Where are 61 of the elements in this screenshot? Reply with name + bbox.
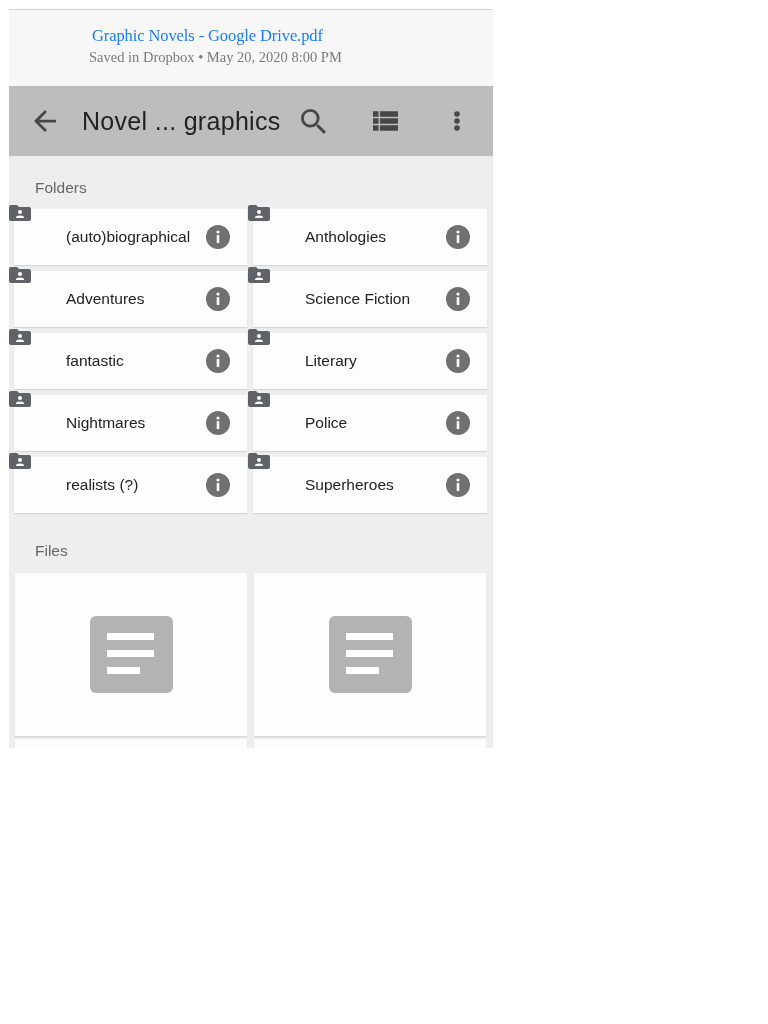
folder-card[interactable]: Science Fiction <box>253 271 487 327</box>
info-icon <box>206 473 230 497</box>
shared-folder-icon <box>9 391 31 407</box>
folder-name: Police <box>305 413 349 433</box>
folder-card[interactable]: Superheroes <box>253 457 487 513</box>
info-button[interactable] <box>443 408 473 438</box>
folder-card[interactable]: Adventures <box>14 271 247 327</box>
info-icon <box>446 287 470 311</box>
shared-folder-icon <box>9 329 31 345</box>
document-icon <box>89 616 173 693</box>
folder-name: Science Fiction <box>305 289 412 309</box>
document-subtitle: Saved in Dropbox • May 20, 2020 8:00 PM <box>89 49 342 66</box>
info-button[interactable] <box>203 346 233 376</box>
info-icon <box>206 411 230 435</box>
info-button[interactable] <box>443 346 473 376</box>
folder-name: Adventures <box>66 289 146 309</box>
list-view-icon <box>372 111 398 131</box>
info-icon <box>206 349 230 373</box>
folder-card[interactable]: Anthologies <box>253 209 487 265</box>
folder-card[interactable]: realists (?) <box>14 457 247 513</box>
shared-folder-icon <box>9 267 31 283</box>
shared-folder-icon <box>248 267 270 283</box>
info-icon <box>206 287 230 311</box>
shared-folder-icon <box>9 453 31 469</box>
shared-folder-icon <box>248 391 270 407</box>
folder-name: (auto)biographical <box>66 227 192 247</box>
folder-card[interactable]: (auto)biographical <box>14 209 247 265</box>
info-button[interactable] <box>443 470 473 500</box>
shared-folder-icon <box>9 205 31 221</box>
info-icon <box>206 225 230 249</box>
folder-name: fantastic <box>66 351 125 371</box>
info-icon <box>446 349 470 373</box>
folder-card[interactable]: Police <box>253 395 487 451</box>
document-title: Graphic Novels - Google Drive.pdf <box>92 26 323 46</box>
info-button[interactable] <box>443 284 473 314</box>
section-heading: Files <box>35 541 68 561</box>
info-button[interactable] <box>203 408 233 438</box>
back-arrow-icon <box>34 110 56 132</box>
info-icon <box>446 473 470 497</box>
shared-folder-icon <box>248 453 270 469</box>
folder-name: Literary <box>305 351 358 371</box>
folder-card[interactable]: Nightmares <box>14 395 247 451</box>
folder-name: realists (?) <box>66 475 140 495</box>
toolbar-title: Novel ... graphics <box>82 106 281 136</box>
search-icon <box>300 108 326 134</box>
folder-card[interactable]: Literary <box>253 333 487 389</box>
info-button[interactable] <box>443 222 473 252</box>
shared-folder-icon <box>248 205 270 221</box>
info-button[interactable] <box>203 222 233 252</box>
info-button[interactable] <box>203 284 233 314</box>
section-heading: Folders <box>35 178 87 198</box>
info-icon <box>446 225 470 249</box>
info-button[interactable] <box>203 470 233 500</box>
folder-name: Anthologies <box>305 227 387 247</box>
folder-card[interactable]: fantastic <box>14 333 247 389</box>
folder-name: Nightmares <box>66 413 147 433</box>
document-icon <box>328 616 412 693</box>
more-vertical-icon <box>453 111 461 131</box>
folder-name: Superheroes <box>305 475 395 495</box>
info-icon <box>446 411 470 435</box>
shared-folder-icon <box>248 329 270 345</box>
